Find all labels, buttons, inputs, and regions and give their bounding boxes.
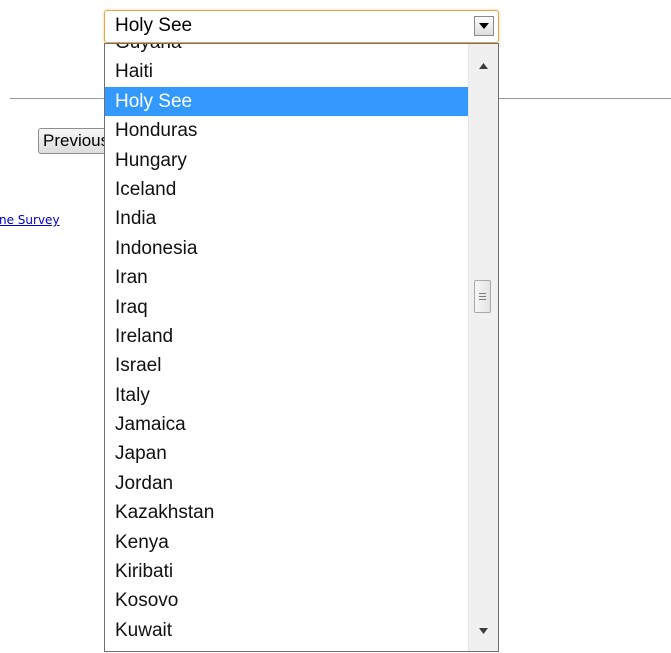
scroll-up-button[interactable] <box>469 54 498 78</box>
dropdown-option[interactable]: Guyana <box>105 44 468 57</box>
dropdown-option[interactable]: Kenya <box>105 528 468 557</box>
page: Previous ne Survey Holy See GuyanaHaitiH… <box>0 0 671 653</box>
dropdown-option[interactable]: Holy See <box>105 86 468 117</box>
dropdown-option[interactable]: India <box>105 204 468 233</box>
country-dropdown-list[interactable]: GuyanaHaitiHoly SeeHondurasHungaryIcelan… <box>104 43 499 652</box>
dropdown-option[interactable]: Jamaica <box>105 410 468 439</box>
scroll-down-button[interactable] <box>469 619 498 643</box>
grip-lines-icon <box>479 292 486 300</box>
dropdown-option[interactable]: Jordan <box>105 469 468 498</box>
select-toggle-button[interactable] <box>474 16 494 36</box>
dropdown-option[interactable]: Italy <box>105 381 468 410</box>
dropdown-option[interactable]: Kosovo <box>105 586 468 615</box>
survey-link[interactable]: ne Survey <box>0 213 109 227</box>
dropdown-option[interactable]: Hungary <box>105 146 468 175</box>
vertical-scrollbar[interactable] <box>468 44 498 651</box>
scroll-up-arrow-icon <box>479 63 488 69</box>
dropdown-option[interactable]: Iceland <box>105 175 468 204</box>
country-select[interactable]: Holy See <box>104 10 499 43</box>
dropdown-option[interactable]: Ireland <box>105 322 468 351</box>
dropdown-option[interactable]: Iran <box>105 263 468 292</box>
chevron-down-icon <box>479 23 489 29</box>
dropdown-option[interactable]: Kiribati <box>105 557 468 586</box>
dropdown-option[interactable]: Israel <box>105 351 468 380</box>
dropdown-option[interactable]: Kuwait <box>105 616 468 645</box>
dropdown-option[interactable]: Haiti <box>105 57 468 86</box>
options-container: GuyanaHaitiHoly SeeHondurasHungaryIcelan… <box>105 44 468 645</box>
scroll-down-arrow-icon <box>479 628 488 634</box>
dropdown-option[interactable]: Honduras <box>105 116 468 145</box>
select-current-value: Holy See <box>115 15 193 36</box>
dropdown-option[interactable]: Japan <box>105 439 468 468</box>
dropdown-option[interactable]: Iraq <box>105 293 468 322</box>
scrollbar-thumb[interactable] <box>474 280 491 313</box>
dropdown-option[interactable]: Kazakhstan <box>105 498 468 527</box>
dropdown-option[interactable]: Indonesia <box>105 234 468 263</box>
